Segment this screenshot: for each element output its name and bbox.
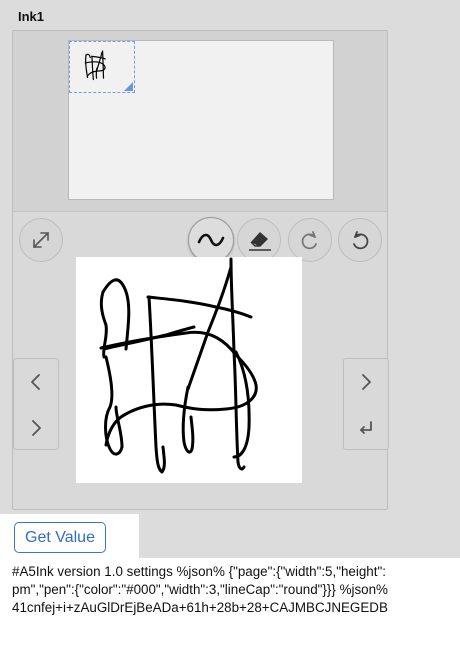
- enter-icon: [360, 420, 372, 434]
- thumbnail-drawing-icon: [84, 50, 106, 81]
- output-line: #A5Ink version 1.0 settings %json% {"pag…: [12, 564, 386, 579]
- output-line: 41cnfej+i+zAuGlDrEjBeADa+61h+28b+28+CAJM…: [12, 600, 388, 615]
- ink-drawing: [99, 257, 258, 474]
- next-button[interactable]: [344, 359, 388, 404]
- get-value-area: Get Value: [0, 514, 139, 558]
- ink-canvas[interactable]: [76, 257, 302, 483]
- prev-button[interactable]: [14, 359, 58, 404]
- page-preview[interactable]: [68, 40, 334, 200]
- left-nav-group: [13, 358, 59, 450]
- chevron-left-icon: [31, 373, 40, 390]
- output-line: pm","pen":{"color":"#000","width":3,"lin…: [12, 582, 388, 597]
- next-button-left[interactable]: [14, 405, 58, 450]
- undo-button[interactable]: [338, 218, 382, 262]
- undo-icon: [353, 231, 369, 250]
- redo-button[interactable]: [288, 218, 332, 262]
- expand-button[interactable]: [19, 218, 63, 262]
- chevron-right-icon: [32, 419, 41, 436]
- eraser-icon: [249, 232, 271, 251]
- pen-icon: [197, 233, 225, 247]
- get-value-button[interactable]: Get Value: [14, 522, 106, 553]
- widget-title: Ink1: [18, 9, 45, 24]
- redo-icon: [301, 231, 317, 250]
- enter-button[interactable]: [344, 405, 388, 450]
- eraser-tool-button[interactable]: [237, 218, 281, 262]
- ink-thumbnail[interactable]: [69, 41, 135, 93]
- resize-handle-icon[interactable]: [124, 82, 133, 91]
- page-preview-area: [13, 31, 387, 212]
- value-output: #A5Ink version 1.0 settings %json% {"pag…: [0, 558, 460, 651]
- expand-icon: [33, 232, 49, 248]
- chevron-right-icon: [362, 373, 371, 390]
- ink-panel: [12, 30, 389, 510]
- right-nav-group: [343, 358, 389, 450]
